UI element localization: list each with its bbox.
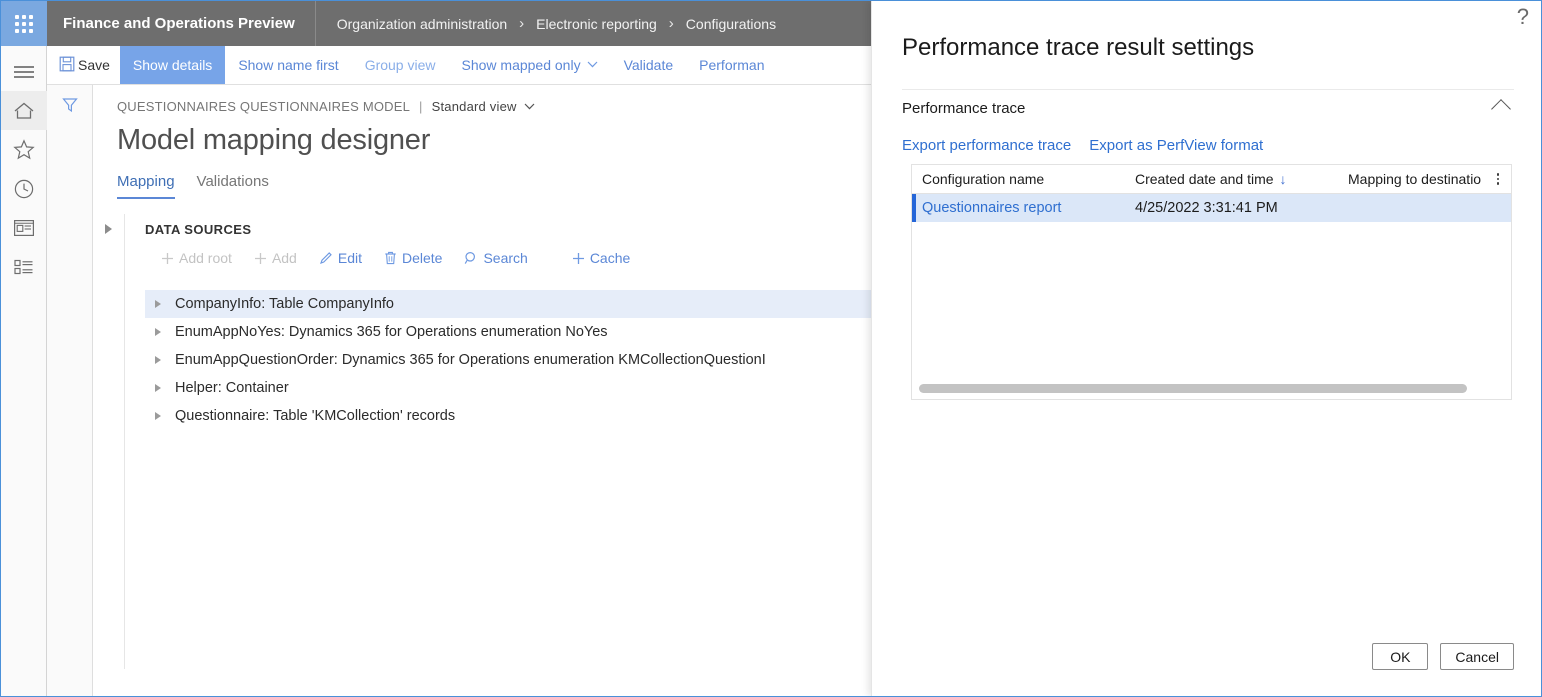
cache-button[interactable]: Cache	[561, 245, 641, 271]
column-header-mapping-to-destination[interactable]: Mapping to destinatio	[1338, 165, 1498, 194]
dialog-links: Export performance trace Export as PerfV…	[902, 137, 1263, 154]
edit-button[interactable]: Edit	[308, 245, 373, 271]
chevron-down-icon	[587, 60, 598, 71]
trash-icon	[384, 251, 397, 265]
home-icon[interactable]	[1, 91, 47, 130]
save-label: Save	[78, 57, 110, 73]
edit-label: Edit	[337, 250, 362, 266]
dialog-divider	[902, 89, 1514, 90]
validate-button[interactable]: Validate	[611, 46, 687, 84]
export-performance-trace-link[interactable]: Export performance trace	[902, 137, 1071, 154]
show-mapped-only-dropdown[interactable]: Show mapped only	[449, 46, 611, 84]
plus-icon	[161, 252, 174, 265]
breadcrumb-item-configurations[interactable]: Configurations	[684, 16, 778, 32]
filter-strip	[47, 85, 93, 696]
column-header-label: Created date and time	[1135, 171, 1274, 187]
view-selector[interactable]: Standard view	[432, 99, 535, 114]
chevron-down-icon	[524, 101, 535, 113]
expand-triangle-icon[interactable]	[105, 224, 112, 234]
data-source-label: Helper: Container	[175, 380, 289, 396]
add-label: Add	[271, 250, 297, 266]
breadcrumb: Organization administration › Electronic…	[316, 1, 778, 46]
view-selector-label: Standard view	[431, 99, 517, 114]
grid-horizontal-scrollbar[interactable]	[919, 384, 1467, 393]
column-options-ellipsis-icon[interactable]	[1492, 170, 1504, 188]
show-mapped-only-label: Show mapped only	[461, 57, 581, 73]
data-source-label: EnumAppQuestionOrder: Dynamics 365 for O…	[175, 352, 766, 368]
data-sources-collapse-gutter	[93, 214, 125, 669]
plus-icon	[254, 252, 267, 265]
workspaces-icon[interactable]	[1, 208, 47, 247]
breadcrumb-item-electronic-reporting[interactable]: Electronic reporting	[534, 16, 659, 32]
add-root-button[interactable]: Add root	[150, 245, 243, 271]
breadcrumb-separator-icon: ›	[668, 15, 674, 32]
column-header-configuration-name[interactable]: Configuration name	[912, 165, 1125, 194]
data-source-label: CompanyInfo: Table CompanyInfo	[175, 296, 394, 312]
menu-icon[interactable]	[1, 52, 47, 91]
left-navigation-rail	[1, 46, 47, 696]
help-question-mark-icon[interactable]: ?	[1517, 6, 1529, 28]
tab-mapping[interactable]: Mapping	[117, 173, 175, 199]
save-floppy-icon	[59, 56, 75, 75]
recent-clock-icon[interactable]	[1, 169, 47, 208]
delete-button[interactable]: Delete	[373, 245, 453, 271]
show-details-button[interactable]: Show details	[119, 46, 226, 84]
table-row[interactable]: Questionnaires report 4/25/2022 3:31:41 …	[912, 194, 1511, 222]
cache-label: Cache	[589, 250, 631, 266]
performance-button[interactable]: Performan	[686, 46, 777, 84]
waffle-grid-icon[interactable]	[1, 1, 47, 46]
add-button[interactable]: Add	[243, 245, 308, 271]
cell-configuration-name[interactable]: Questionnaires report	[912, 200, 1125, 216]
show-name-first-button[interactable]: Show name first	[225, 46, 351, 84]
trace-results-grid: Configuration name Created date and time…	[911, 164, 1512, 400]
data-source-label: Questionnaire: Table 'KMCollection' reco…	[175, 408, 456, 424]
data-source-label: EnumAppNoYes: Dynamics 365 for Operation…	[175, 324, 608, 340]
favorites-star-icon[interactable]	[1, 130, 47, 169]
dialog-title: Performance trace result settings	[902, 34, 1255, 61]
plus-icon	[572, 252, 585, 265]
save-button[interactable]: Save	[47, 46, 120, 84]
delete-label: Delete	[401, 250, 443, 266]
performance-trace-section-header[interactable]: Performance trace	[902, 98, 1514, 119]
chevron-up-icon[interactable]	[1491, 98, 1511, 119]
expand-triangle-icon[interactable]	[155, 384, 161, 392]
dialog-buttons: OK Cancel	[1372, 643, 1514, 670]
column-header-created-date-and-time[interactable]: Created date and time ↓	[1125, 165, 1338, 194]
ok-button[interactable]: OK	[1372, 643, 1429, 670]
grid-header-row: Configuration name Created date and time…	[912, 165, 1511, 194]
export-as-perfview-format-link[interactable]: Export as PerfView format	[1089, 137, 1263, 154]
filter-funnel-icon[interactable]	[61, 97, 78, 696]
cancel-button[interactable]: Cancel	[1440, 643, 1514, 670]
performance-trace-dialog: ? Performance trace result settings Perf…	[871, 1, 1541, 696]
section-label: Performance trace	[902, 100, 1026, 117]
expand-triangle-icon[interactable]	[155, 412, 161, 420]
expand-triangle-icon[interactable]	[155, 300, 161, 308]
group-view-button[interactable]: Group view	[352, 46, 449, 84]
sort-descending-arrow-icon: ↓	[1279, 171, 1287, 187]
add-root-label: Add root	[179, 250, 232, 266]
search-icon	[464, 251, 478, 265]
search-label: Search	[483, 250, 528, 266]
caption-separator: |	[419, 99, 423, 114]
app-title: Finance and Operations Preview	[47, 1, 316, 46]
pencil-icon	[319, 251, 333, 265]
cell-created-date-and-time: 4/25/2022 3:31:41 PM	[1135, 200, 1278, 216]
breadcrumb-item-organization-administration[interactable]: Organization administration	[335, 16, 509, 32]
expand-triangle-icon[interactable]	[155, 328, 161, 336]
page-caption-text: QUESTIONNAIRES QUESTIONNAIRES MODEL	[117, 99, 411, 114]
search-button[interactable]: Search	[453, 245, 538, 271]
modules-list-icon[interactable]	[1, 247, 47, 286]
tab-validations[interactable]: Validations	[197, 173, 269, 199]
breadcrumb-separator-icon: ›	[519, 15, 525, 32]
expand-triangle-icon[interactable]	[155, 356, 161, 364]
app-window: Finance and Operations Preview Organizat…	[0, 0, 1542, 697]
